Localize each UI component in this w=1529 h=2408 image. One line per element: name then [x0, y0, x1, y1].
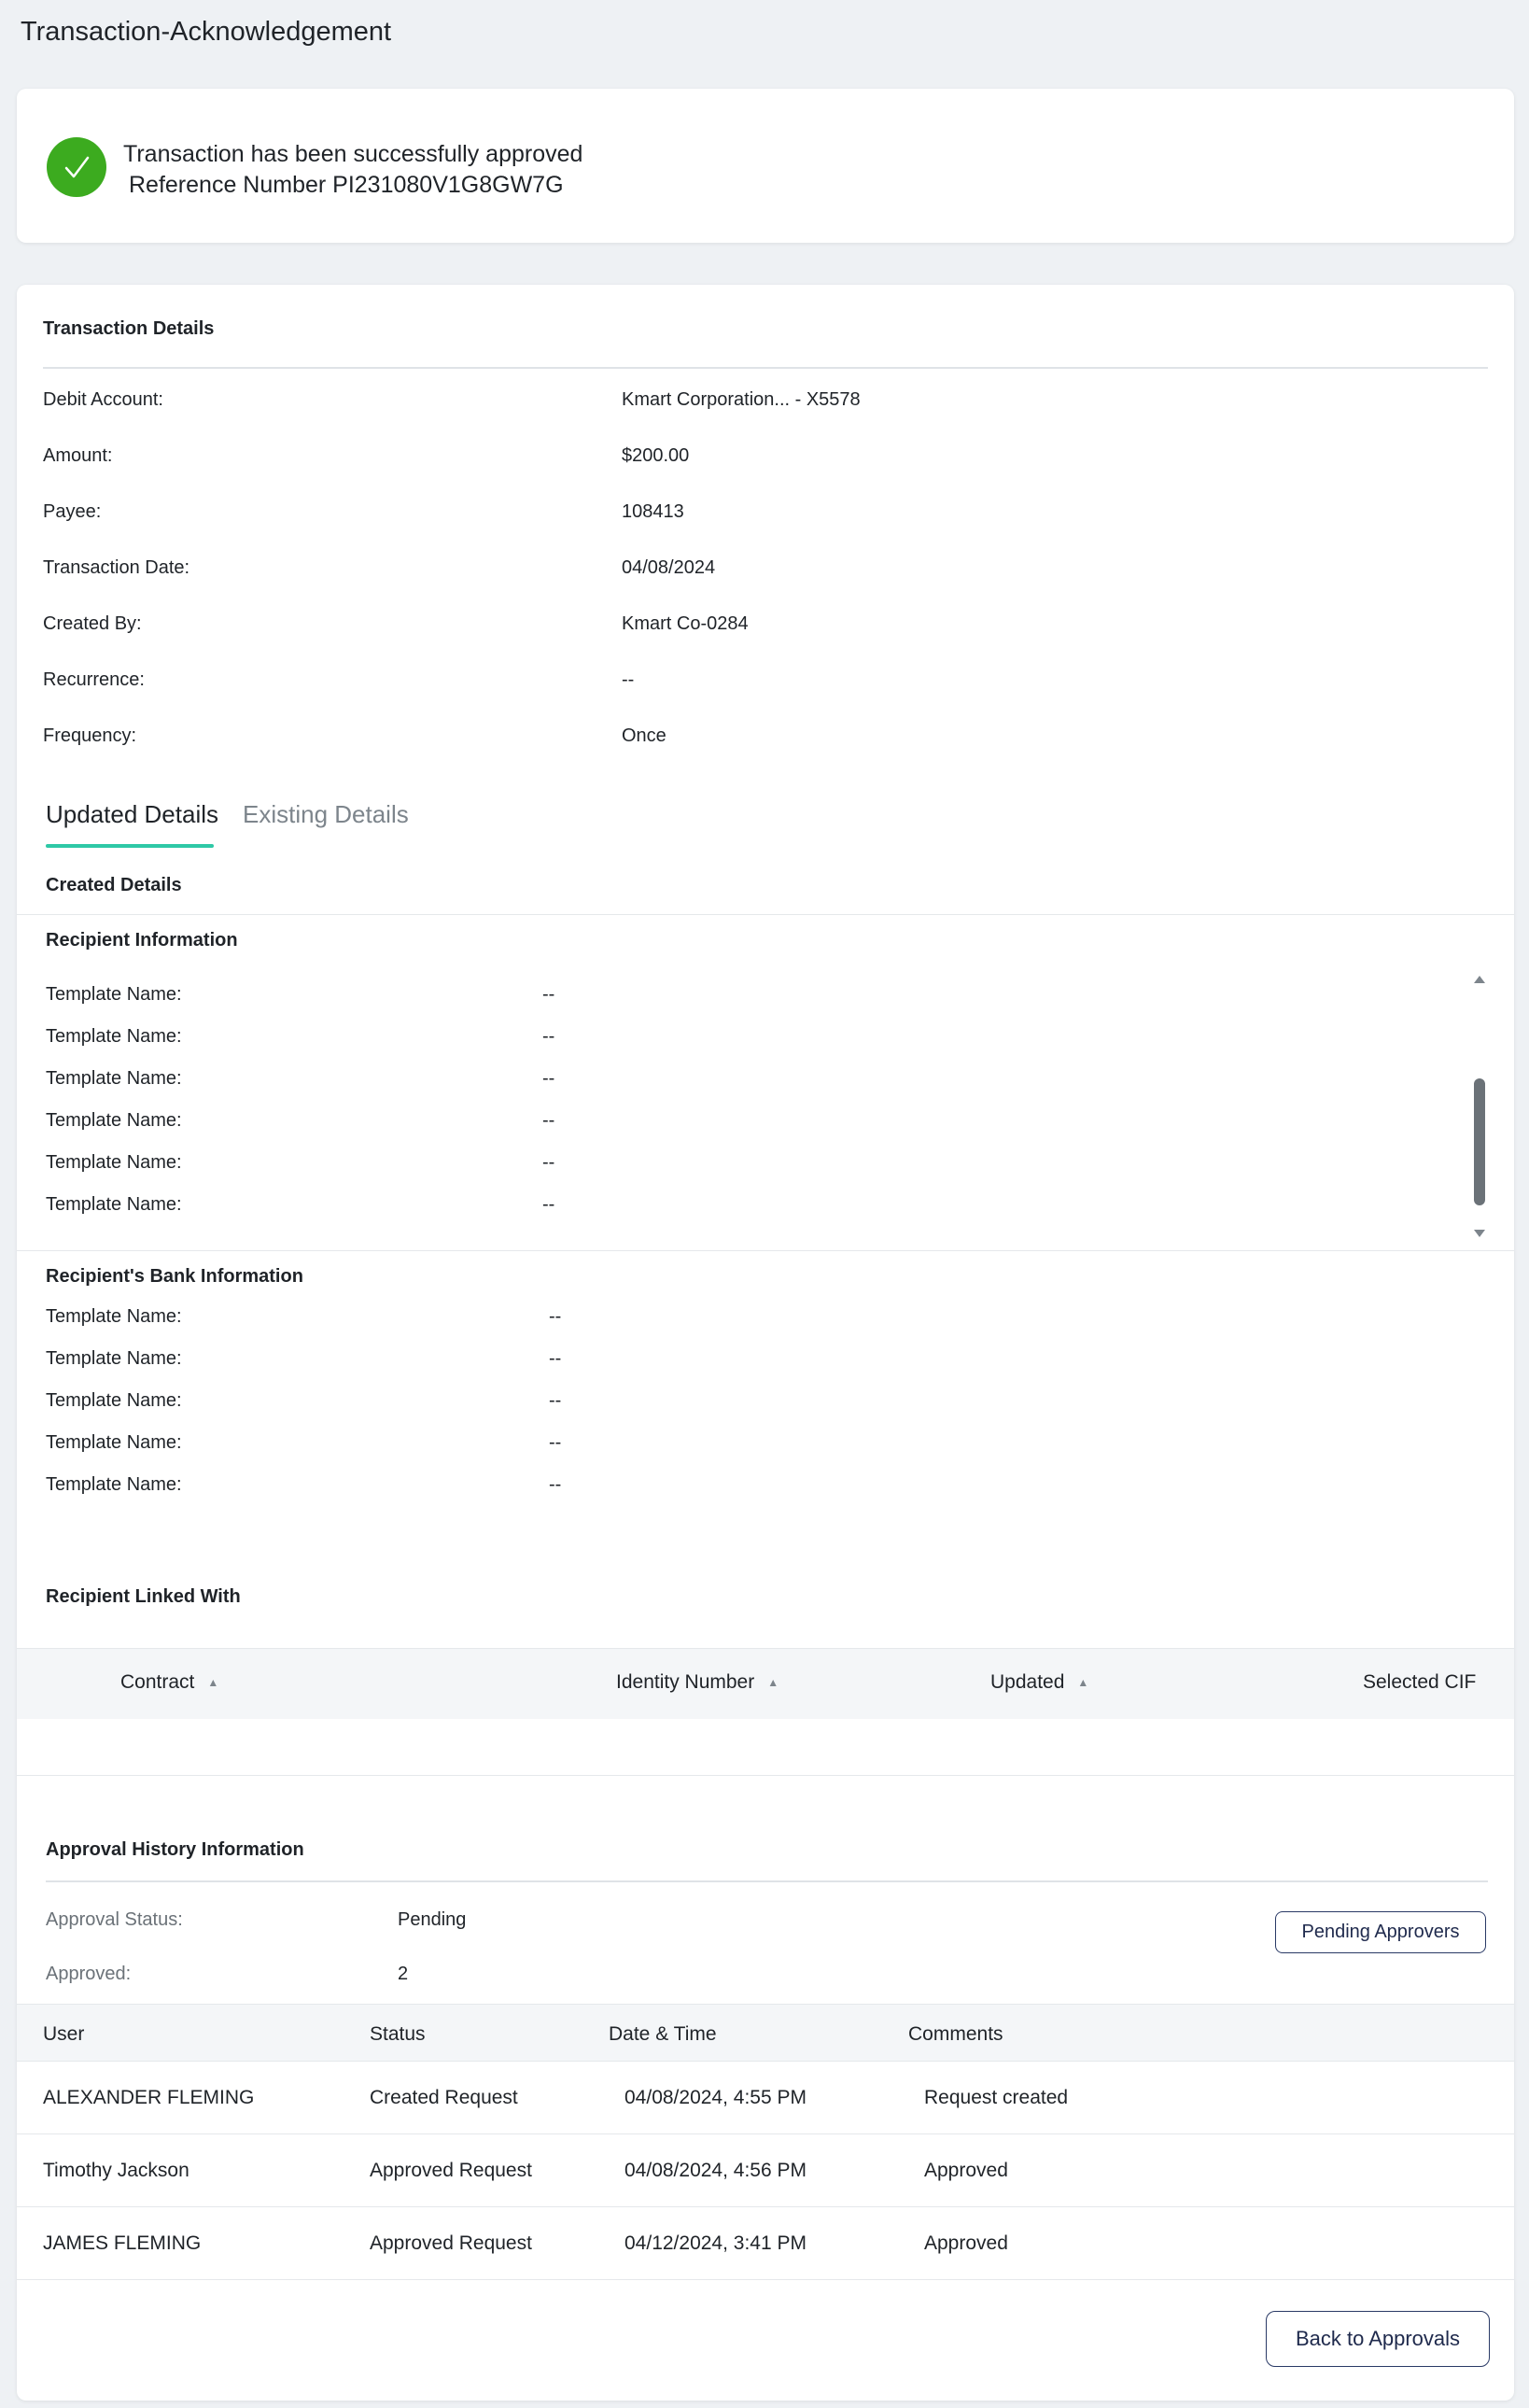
sort-icon[interactable]: ▲︎ [767, 1676, 779, 1689]
ack-card: Transaction has been successfully approv… [17, 89, 1514, 243]
divider [17, 1775, 1514, 1776]
template-name-label: Template Name: [46, 1432, 182, 1453]
row-datetime: 04/08/2024, 4:55 PM [624, 2087, 807, 2108]
payee-value: 108413 [622, 501, 684, 522]
bank-info-title: Recipient's Bank Information [46, 1266, 303, 1287]
col-status: Status [370, 2023, 426, 2045]
row-datetime: 04/12/2024, 3:41 PM [624, 2232, 807, 2254]
template-name-value: -- [549, 1432, 562, 1453]
approved-count-value: 2 [398, 1964, 409, 1984]
created-details-title: Created Details [46, 875, 182, 895]
template-name-value: -- [542, 1152, 555, 1173]
amount-label: Amount: [43, 445, 113, 466]
row-datetime: 04/08/2024, 4:56 PM [624, 2160, 807, 2181]
transaction-details-title: Transaction Details [43, 318, 215, 339]
back-to-approvals-button[interactable]: Back to Approvals [1266, 2311, 1490, 2367]
divider [17, 914, 1514, 915]
divider [17, 1250, 1514, 1251]
scroll-thumb[interactable] [1474, 1078, 1485, 1205]
row-comments: Request created [924, 2087, 1069, 2108]
approval-status-label: Approval Status: [46, 1909, 183, 1930]
linked-with-title: Recipient Linked With [46, 1586, 241, 1607]
approved-count-label: Approved: [46, 1964, 132, 1984]
active-tab-indicator [46, 844, 214, 848]
template-name-label: Template Name: [46, 1152, 182, 1173]
template-name-value: -- [542, 1194, 555, 1215]
recipient-info-title: Recipient Information [46, 930, 238, 951]
ack-message: Transaction has been successfully approv… [123, 141, 583, 167]
linked-with-table-header: Contract ▲︎ Identity Number ▲︎ Updated ▲︎ S… [17, 1648, 1514, 1719]
row-comments: Approved [924, 2160, 1008, 2181]
template-name-label: Template Name: [46, 1068, 182, 1089]
transaction-date-label: Transaction Date: [43, 557, 190, 578]
row-user: ALEXANDER FLEMING [43, 2087, 255, 2108]
row-status: Approved Request [370, 2160, 532, 2181]
col-contract-label: Contract [120, 1671, 195, 1693]
sort-icon[interactable]: ▲︎ [207, 1676, 218, 1689]
template-name-label: Template Name: [46, 1194, 182, 1215]
details-card: Transaction Details Debit Account: Kmart… [17, 285, 1514, 2401]
col-identity-number[interactable]: Identity Number ▲︎ [616, 1671, 779, 1694]
frequency-label: Frequency: [43, 725, 137, 746]
template-name-label: Template Name: [46, 1306, 182, 1327]
row-status: Approved Request [370, 2232, 532, 2254]
transaction-date-value: 04/08/2024 [622, 557, 716, 578]
recipient-info-scrollbar[interactable] [1469, 976, 1488, 1237]
col-comments: Comments [908, 2023, 1003, 2045]
col-updated-label: Updated [990, 1671, 1065, 1693]
pending-approvers-button[interactable]: Pending Approvers [1275, 1911, 1486, 1953]
approval-history-table-header: User Status Date & Time Comments [17, 2004, 1514, 2062]
row-user: JAMES FLEMING [43, 2232, 202, 2254]
recurrence-value: -- [622, 669, 635, 690]
row-status: Created Request [370, 2087, 518, 2108]
success-check-icon [47, 137, 106, 197]
col-identity-number-label: Identity Number [616, 1671, 755, 1693]
created-by-label: Created By: [43, 613, 142, 634]
divider [43, 367, 1488, 369]
table-row: Timothy Jackson Approved Request 04/08/2… [17, 2134, 1514, 2207]
row-comments: Approved [924, 2232, 1008, 2254]
created-by-value: Kmart Co-0284 [622, 613, 749, 634]
col-updated[interactable]: Updated ▲︎ [990, 1671, 1088, 1694]
approval-history-title: Approval History Information [46, 1839, 304, 1860]
template-name-value: -- [549, 1348, 562, 1369]
template-name-label: Template Name: [46, 1110, 182, 1131]
tab-updated-details[interactable]: Updated Details [46, 800, 218, 829]
template-name-label: Template Name: [46, 1348, 182, 1369]
template-name-value: -- [542, 1110, 555, 1131]
col-date-time: Date & Time [609, 2023, 717, 2045]
debit-account-value: Kmart Corporation... - X5578 [622, 389, 861, 410]
scroll-up-arrow-icon[interactable] [1474, 976, 1485, 983]
template-name-label: Template Name: [46, 1026, 182, 1047]
template-name-value: -- [549, 1390, 562, 1411]
page-title: Transaction-Acknowledgement [21, 17, 392, 47]
template-name-value: -- [542, 1026, 555, 1047]
scroll-down-arrow-icon[interactable] [1474, 1230, 1485, 1237]
recurrence-label: Recurrence: [43, 669, 145, 690]
divider [46, 1880, 1488, 1882]
col-contract[interactable]: Contract ▲︎ [120, 1671, 218, 1694]
template-name-value: -- [542, 1068, 555, 1089]
sort-icon[interactable]: ▲︎ [1077, 1676, 1088, 1689]
reference-number: Reference Number PI231080V1G8GW7G [129, 172, 564, 198]
frequency-value: Once [622, 725, 666, 746]
template-name-value: -- [542, 984, 555, 1005]
payee-label: Payee: [43, 501, 102, 522]
table-row: JAMES FLEMING Approved Request 04/12/202… [17, 2207, 1514, 2280]
col-selected-cif: Selected CIF [1363, 1671, 1477, 1693]
col-user: User [43, 2023, 85, 2045]
approval-status-value: Pending [398, 1909, 467, 1930]
tab-existing-details[interactable]: Existing Details [243, 800, 409, 829]
row-user: Timothy Jackson [43, 2160, 189, 2181]
table-row: ALEXANDER FLEMING Created Request 04/08/… [17, 2062, 1514, 2134]
template-name-label: Template Name: [46, 1390, 182, 1411]
amount-value: $200.00 [622, 445, 690, 466]
template-name-label: Template Name: [46, 1474, 182, 1495]
template-name-label: Template Name: [46, 984, 182, 1005]
template-name-value: -- [549, 1306, 562, 1327]
debit-account-label: Debit Account: [43, 389, 163, 410]
template-name-value: -- [549, 1474, 562, 1495]
